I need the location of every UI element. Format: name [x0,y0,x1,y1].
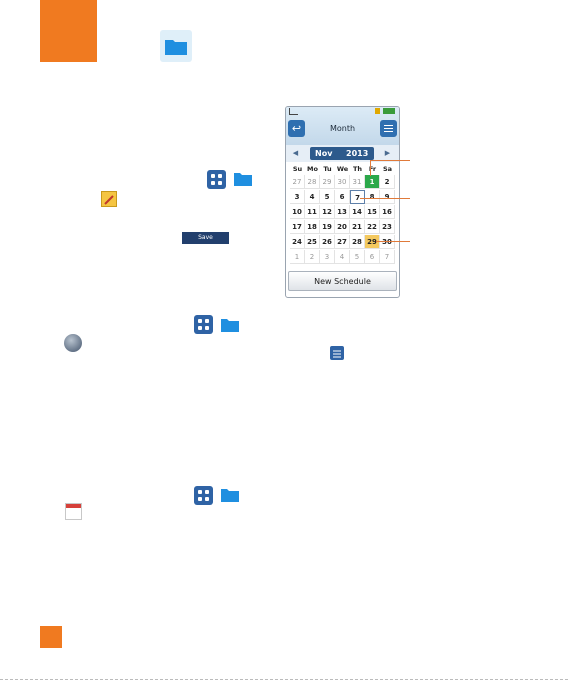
apps-grid-icon [207,170,226,189]
calendar-day[interactable]: 11 [305,205,320,219]
folder-icon [233,170,253,188]
section-folder-icon [160,30,192,62]
calendar-day[interactable]: 25 [305,235,320,249]
calendar-day[interactable]: 29 [320,175,335,189]
calendar-day[interactable]: 15 [365,205,380,219]
page-divider [0,679,568,680]
callout-line-2 [360,198,410,199]
calendar-day[interactable]: 22 [365,220,380,234]
page-number-tab [40,626,62,648]
calendar-day[interactable]: 5 [320,190,335,204]
calendar-day[interactable]: 2 [380,175,395,189]
calendar-day[interactable]: 21 [350,220,365,234]
signal-icon [289,108,298,115]
globe-icon [64,334,82,352]
callout-line-1-drop [370,160,371,176]
calendar-day[interactable]: 4 [305,190,320,204]
calendar-day[interactable]: 7 [350,190,365,204]
calendar-day[interactable]: 5 [350,250,365,264]
calendar-day[interactable]: 2 [305,250,320,264]
apps-grid-icon [194,315,213,334]
calendar-day[interactable]: 8 [365,190,380,204]
calendar-day[interactable]: 6 [335,190,350,204]
calendar-day[interactable]: 31 [350,175,365,189]
year-label: 2013 [346,149,369,158]
calendar-day[interactable]: 29 [365,235,380,249]
calendar-day[interactable]: 9 [380,190,395,204]
memo-icon [101,191,117,207]
calendar-day[interactable]: 3 [290,190,305,204]
calendar-day[interactable]: 18 [305,220,320,234]
save-button[interactable]: Save [182,232,229,244]
menu-icon [330,346,344,360]
calendar-day[interactable]: 1 [365,175,380,189]
prev-month-icon[interactable]: ◀ [291,149,300,158]
calendar-day[interactable]: 12 [320,205,335,219]
calendar-day[interactable]: 26 [320,235,335,249]
calendar-day[interactable]: 24 [290,235,305,249]
calendar-day[interactable]: 14 [350,205,365,219]
calendar-day[interactable]: 20 [335,220,350,234]
calendar-day[interactable]: 19 [320,220,335,234]
callout-line-1 [370,160,410,161]
weekday-header: Mo [307,165,318,173]
calendar-day[interactable]: 27 [335,235,350,249]
weekday-header: Sa [382,165,393,173]
callout-line-3 [376,241,410,242]
calendar-day[interactable]: 30 [380,235,395,249]
month-year-selector[interactable]: Nov 2013 [310,147,374,160]
folder-icon [220,486,240,504]
month-label: Nov [315,149,333,158]
calendar-day[interactable]: 27 [290,175,305,189]
calendar-day[interactable]: 30 [335,175,350,189]
calendar-day[interactable]: 6 [365,250,380,264]
calendar-day[interactable]: 13 [335,205,350,219]
chapter-tab [40,0,97,62]
next-month-icon[interactable]: ▶ [383,149,392,158]
weekday-header: We [336,165,349,173]
menu-icon[interactable] [380,120,397,137]
calendar-day[interactable]: 23 [380,220,395,234]
calendar-day[interactable]: 28 [350,235,365,249]
calendar-day[interactable]: 7 [380,250,395,264]
calendar-day[interactable]: 28 [305,175,320,189]
calendar-icon [65,503,82,520]
new-schedule-button[interactable]: New Schedule [288,271,397,291]
calendar-day[interactable]: 4 [335,250,350,264]
apps-grid-icon [194,486,213,505]
weekday-header: Fr [368,165,377,173]
alarm-icon [375,108,380,114]
weekday-header: Su [292,165,303,173]
folder-icon [220,316,240,334]
calendar-day[interactable]: 1 [290,250,305,264]
calendar-day[interactable]: 3 [320,250,335,264]
calendar-day[interactable]: 16 [380,205,395,219]
calendar-phone-screen: ↩ Month ◀ Nov 2013 ▶ Su Mo Tu We Th Fr Sa 27 28 2… [285,106,400,298]
status-bar [286,107,399,116]
weekday-header: Tu [323,165,332,173]
calendar-day[interactable]: 10 [290,205,305,219]
weekday-header: Th [352,165,363,173]
calendar-day[interactable]: 17 [290,220,305,234]
battery-icon [383,108,395,114]
